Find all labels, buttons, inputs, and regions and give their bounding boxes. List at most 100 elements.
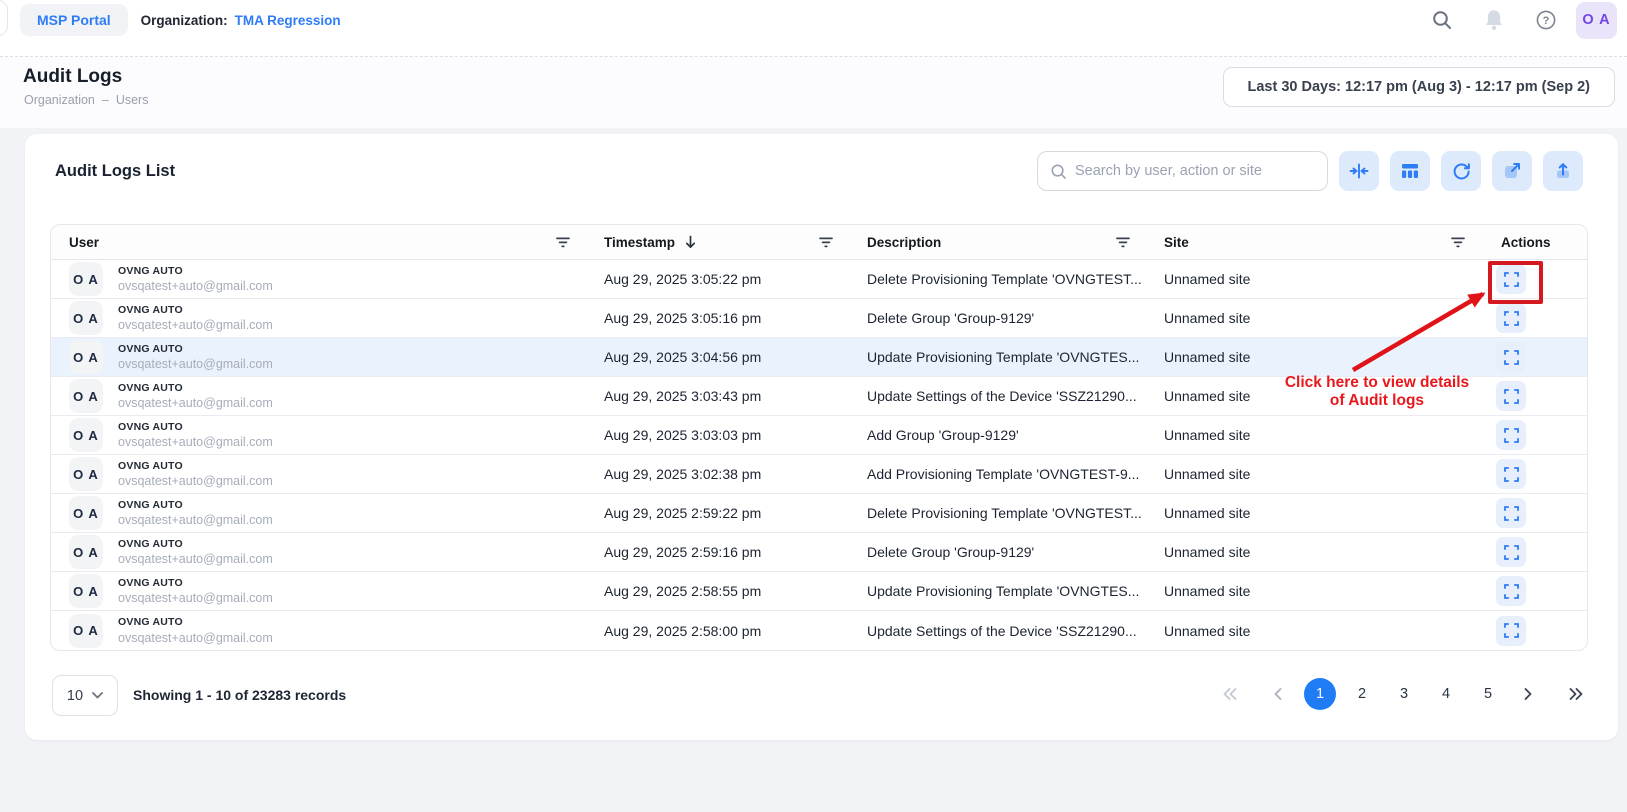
page-number-button[interactable]: 1 [1304,678,1336,710]
top-bar: MSP Portal Organization: TMA Regression … [0,0,1627,57]
cell-timestamp: Aug 29, 2025 3:05:16 pm [584,299,847,337]
user-avatar[interactable]: O A [1576,2,1617,39]
expand-details-icon[interactable] [1496,381,1526,411]
cell-timestamp: Aug 29, 2025 3:05:22 pm [584,260,847,298]
user-name: OVNG AUTO [118,578,273,589]
audit-logs-card: Audit Logs List User [25,134,1618,740]
cell-actions [1479,572,1587,610]
cell-actions [1479,455,1587,493]
page-number-button[interactable]: 4 [1430,678,1462,710]
column-header-user[interactable]: User [51,225,584,259]
breadcrumb: Organization – Users [24,93,148,107]
expand-details-icon[interactable] [1496,616,1526,646]
column-header-site[interactable]: Site [1144,225,1479,259]
user-name: OVNG AUTO [118,422,273,433]
refresh-button[interactable] [1441,151,1481,191]
table-row[interactable]: O A OVNG AUTO ovsqatest+auto@gmail.com A… [51,455,1587,494]
cell-site: Unnamed site [1144,416,1479,454]
user-name: OVNG AUTO [118,500,273,511]
user-name: OVNG AUTO [118,344,273,355]
cell-actions [1479,611,1587,650]
cell-site: Unnamed site [1144,533,1479,571]
table-row[interactable]: O A OVNG AUTO ovsqatest+auto@gmail.com A… [51,611,1587,650]
user-avatar-initials: O A [69,379,103,413]
cell-description: Add Provisioning Template 'OVNGTEST-9... [847,455,1144,493]
table-row[interactable]: O A OVNG AUTO ovsqatest+auto@gmail.com A… [51,572,1587,611]
cell-description: Delete Group 'Group-9129' [847,533,1144,571]
sort-descending-icon[interactable] [684,235,697,249]
collapse-columns-button[interactable] [1339,151,1379,191]
prev-page-button[interactable] [1264,678,1292,710]
cell-timestamp: Aug 29, 2025 2:58:00 pm [584,611,847,650]
user-email: ovsqatest+auto@gmail.com [118,319,273,332]
expand-details-icon[interactable] [1496,303,1526,333]
breadcrumb-separator: – [102,93,109,107]
filter-icon-description[interactable] [1116,237,1130,248]
table-header-row: User Timestamp Description [51,225,1587,260]
page-title: Audit Logs [23,66,122,88]
cell-user: O A OVNG AUTO ovsqatest+auto@gmail.com [51,299,584,337]
date-range-picker[interactable]: Last 30 Days: 12:17 pm (Aug 3) - 12:17 p… [1223,67,1615,107]
user-name: OVNG AUTO [118,266,273,277]
svg-text:?: ? [1543,15,1550,27]
help-icon[interactable]: ? [1534,8,1558,32]
user-email: ovsqatest+auto@gmail.com [118,358,273,371]
filter-icon-user[interactable] [556,237,570,248]
user-email: ovsqatest+auto@gmail.com [118,514,273,527]
organization-value-link[interactable]: TMA Regression [235,13,341,28]
user-email: ovsqatest+auto@gmail.com [118,632,273,645]
cell-description: Delete Provisioning Template 'OVNGTEST..… [847,260,1144,298]
user-avatar-initials: O A [69,535,103,569]
expand-details-icon[interactable] [1496,420,1526,450]
table-row[interactable]: O A OVNG AUTO ovsqatest+auto@gmail.com A… [51,416,1587,455]
table-row[interactable]: O A OVNG AUTO ovsqatest+auto@gmail.com A… [51,533,1587,572]
user-name: OVNG AUTO [118,383,273,394]
cell-site: Unnamed site [1144,572,1479,610]
expand-details-icon[interactable] [1496,342,1526,372]
filter-icon-timestamp[interactable] [819,237,833,248]
column-header-actions: Actions [1479,225,1587,259]
cell-description: Update Provisioning Template 'OVNGTES... [847,338,1144,376]
column-header-timestamp[interactable]: Timestamp [584,225,847,259]
chevron-down-icon [92,692,103,699]
cell-description: Update Provisioning Template 'OVNGTES... [847,572,1144,610]
breadcrumb-users[interactable]: Users [116,93,149,107]
sidebar-edge-stub[interactable] [0,0,8,36]
cell-actions [1479,533,1587,571]
upload-button[interactable] [1543,151,1583,191]
next-page-button[interactable] [1514,678,1542,710]
page-number-button[interactable]: 3 [1388,678,1420,710]
filter-icon-site[interactable] [1451,237,1465,248]
columns-settings-button[interactable] [1390,151,1430,191]
search-input[interactable] [1075,163,1315,179]
expand-details-icon[interactable] [1496,459,1526,489]
page-size-select[interactable]: 10 [52,675,118,716]
cell-timestamp: Aug 29, 2025 3:03:43 pm [584,377,847,415]
search-input-icon [1050,163,1067,180]
last-page-button[interactable] [1562,678,1590,710]
cell-user: O A OVNG AUTO ovsqatest+auto@gmail.com [51,533,584,571]
notifications-bell-icon[interactable] [1482,8,1506,32]
search-icon[interactable] [1430,8,1454,32]
msp-portal-button[interactable]: MSP Portal [20,4,128,36]
search-box[interactable] [1037,151,1328,191]
table-row[interactable]: O A OVNG AUTO ovsqatest+auto@gmail.com A… [51,494,1587,533]
expand-details-icon[interactable] [1496,498,1526,528]
page-number-button[interactable]: 5 [1472,678,1504,710]
breadcrumb-organization[interactable]: Organization [24,93,95,107]
column-header-description[interactable]: Description [847,225,1144,259]
page-number-button[interactable]: 2 [1346,678,1378,710]
expand-details-icon[interactable] [1496,537,1526,567]
cell-description: Add Group 'Group-9129' [847,416,1144,454]
expand-details-icon[interactable] [1496,576,1526,606]
open-export-button[interactable] [1492,151,1532,191]
cell-user: O A OVNG AUTO ovsqatest+auto@gmail.com [51,572,584,610]
user-avatar-initials: O A [69,301,103,335]
user-avatar-initials: O A [69,457,103,491]
cell-site: Unnamed site [1144,494,1479,532]
first-page-button[interactable] [1216,678,1244,710]
cell-timestamp: Aug 29, 2025 2:58:55 pm [584,572,847,610]
user-email: ovsqatest+auto@gmail.com [118,280,273,293]
cell-timestamp: Aug 29, 2025 3:03:03 pm [584,416,847,454]
records-summary: Showing 1 - 10 of 23283 records [133,687,346,703]
